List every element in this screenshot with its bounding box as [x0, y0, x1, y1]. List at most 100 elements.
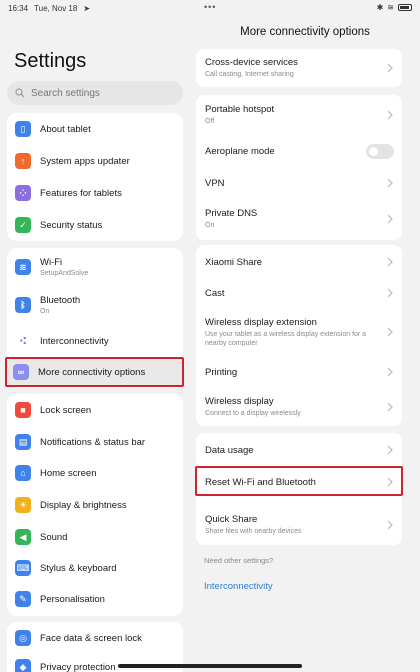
need-other-settings-label: Need other settings?: [204, 556, 274, 565]
option-wireless-display-extension[interactable]: Wireless display extension Use your tabl…: [196, 312, 402, 352]
link-icon: ∞: [13, 364, 29, 380]
sidebar-item-label: Face data & screen lock: [40, 632, 142, 644]
sidebar-item-features-for-tablets[interactable]: ⁘ Features for tablets: [7, 177, 183, 209]
arrow-up-icon: ↑: [15, 153, 31, 169]
sidebar-item-label: Interconnectivity: [40, 335, 109, 347]
option-label: Private DNS: [205, 208, 258, 219]
option-private-dns[interactable]: Private DNS On: [196, 201, 402, 237]
option-sub: On: [205, 222, 215, 229]
chevron-right-icon: [387, 178, 393, 188]
aeroplane-mode-toggle[interactable]: [366, 143, 394, 159]
option-xiaomi-share[interactable]: Xiaomi Share: [196, 246, 402, 278]
sidebar-item-label: Personalisation: [40, 593, 105, 605]
detail-pane: More connectivity options Cross-device s…: [190, 0, 420, 672]
sidebar-item-label: More connectivity options: [38, 366, 146, 378]
option-label: Aeroplane mode: [205, 145, 275, 157]
sidebar-item-bluetooth[interactable]: ᛒ Bluetooth On: [7, 287, 183, 323]
sidebar-item-wifi[interactable]: ≋ Wi-Fi SetupAndSolve: [7, 249, 183, 285]
sidebar-item-label: Lock screen: [40, 404, 92, 416]
option-vpn[interactable]: VPN: [196, 167, 402, 199]
shield-check-icon: ✓: [15, 217, 31, 233]
sidebar-item-interconnectivity[interactable]: ⁖ Interconnectivity: [7, 325, 183, 357]
option-sub: Off: [205, 118, 215, 125]
page-title: More connectivity options: [240, 26, 370, 38]
option-label: Xiaomi Share: [205, 256, 263, 268]
option-wireless-display[interactable]: Wireless display Connect to a display wi…: [196, 390, 402, 424]
face-id-icon: ◎: [15, 630, 31, 646]
sidebar-item-label: Display & brightness: [40, 499, 127, 511]
sidebar-item-privacy-protection[interactable]: ◆ Privacy protection: [7, 654, 183, 672]
option-sub: Use your tablet as a wireless display ex…: [205, 330, 367, 347]
option-cross-device-services[interactable]: Cross-device services Call casting, Inte…: [196, 49, 402, 87]
option-label: Cross-device services: [205, 57, 298, 68]
settings-group-device: ▯ About tablet ↑ System apps updater ⁘ F…: [7, 113, 183, 241]
sidebar-item-sound[interactable]: ◀ Sound: [7, 521, 183, 553]
option-data-usage[interactable]: Data usage: [196, 435, 402, 465]
chevron-right-icon: [387, 63, 393, 73]
tablet-icon: ▯: [15, 121, 31, 137]
settings-title: Settings: [14, 50, 87, 72]
sidebar-item-label: Sound: [40, 531, 68, 543]
grid-icon: ⁘: [15, 185, 31, 201]
option-label: Data usage: [205, 444, 254, 456]
options-group-sharing: Xiaomi Share Cast Wireless display exten…: [196, 245, 402, 426]
option-sub: Call casting, Internet sharing: [205, 71, 294, 78]
sidebar-item-label: Privacy protection: [40, 661, 116, 672]
option-label: Cast: [205, 287, 225, 299]
option-printing[interactable]: Printing: [196, 356, 402, 388]
chevron-right-icon: [387, 520, 393, 530]
option-label: Wireless display: [205, 396, 274, 407]
wifi-icon: ≋: [15, 259, 31, 275]
lock-icon: ■: [15, 402, 31, 418]
settings-group-personal: ■ Lock screen ▤ Notifications & status b…: [7, 394, 183, 616]
chevron-right-icon: [387, 257, 393, 267]
chevron-right-icon: [387, 402, 393, 412]
option-cast[interactable]: Cast: [196, 278, 402, 308]
notification-icon: ▤: [15, 434, 31, 450]
sidebar-item-security-status[interactable]: ✓ Security status: [7, 209, 183, 241]
sidebar-item-display-brightness[interactable]: ☀ Display & brightness: [7, 489, 183, 521]
sidebar-item-label: Features for tablets: [40, 187, 122, 199]
speaker-icon: ◀: [15, 529, 31, 545]
sidebar-item-notifications[interactable]: ▤ Notifications & status bar: [7, 426, 183, 458]
chevron-right-icon: [387, 327, 393, 337]
search-input[interactable]: [31, 87, 171, 99]
home-indicator[interactable]: [118, 664, 302, 668]
sidebar-item-face-data[interactable]: ◎ Face data & screen lock: [7, 622, 183, 654]
sidebar-item-label: Wi-Fi: [40, 257, 63, 268]
sidebar-item-system-apps-updater[interactable]: ↑ System apps updater: [7, 145, 183, 177]
privacy-icon: ◆: [15, 659, 31, 672]
option-portable-hotspot[interactable]: Portable hotspot Off: [196, 97, 402, 133]
chevron-right-icon: [387, 110, 393, 120]
option-label: Quick Share: [205, 514, 258, 525]
bluetooth-icon: ᛒ: [15, 297, 31, 313]
sidebar-item-more-connectivity-options[interactable]: ∞ More connectivity options: [5, 357, 184, 387]
sidebar-item-lock-screen[interactable]: ■ Lock screen: [7, 394, 183, 426]
sidebar-item-label: Home screen: [40, 467, 97, 479]
sidebar-item-home-screen[interactable]: ⌂ Home screen: [7, 457, 183, 489]
search-icon: [15, 88, 25, 98]
brush-icon: ✎: [15, 591, 31, 607]
sidebar-item-stylus-keyboard[interactable]: ⌨ Stylus & keyboard: [7, 552, 183, 584]
sidebar-item-sub: SetupAndSolve: [40, 270, 89, 277]
chevron-right-icon: [387, 288, 393, 298]
search-bar[interactable]: [7, 81, 183, 105]
reset-wifi-highlight-box: [195, 466, 403, 496]
home-icon: ⌂: [15, 465, 31, 481]
interconnectivity-link[interactable]: Interconnectivity: [204, 581, 273, 592]
interconnectivity-icon: ⁖: [15, 333, 31, 349]
option-label: Wireless display extension: [205, 316, 317, 328]
option-aeroplane-mode: Aeroplane mode: [196, 135, 402, 167]
sidebar-item-label: Bluetooth: [40, 295, 81, 306]
chevron-right-icon: [387, 445, 393, 455]
keyboard-icon: ⌨: [15, 560, 31, 576]
sidebar-item-label: Security status: [40, 219, 103, 231]
sidebar-item-about-tablet[interactable]: ▯ About tablet: [7, 113, 183, 145]
chevron-right-icon: [387, 367, 393, 377]
option-quick-share[interactable]: Quick Share Share files with nearby devi…: [196, 507, 402, 543]
settings-sidebar: Settings ▯ About tablet ↑ System apps up…: [0, 0, 190, 672]
sidebar-item-personalisation[interactable]: ✎ Personalisation: [7, 583, 183, 615]
sidebar-item-label: Stylus & keyboard: [40, 562, 117, 574]
chevron-right-icon: [387, 214, 393, 224]
option-label: Printing: [205, 366, 238, 378]
